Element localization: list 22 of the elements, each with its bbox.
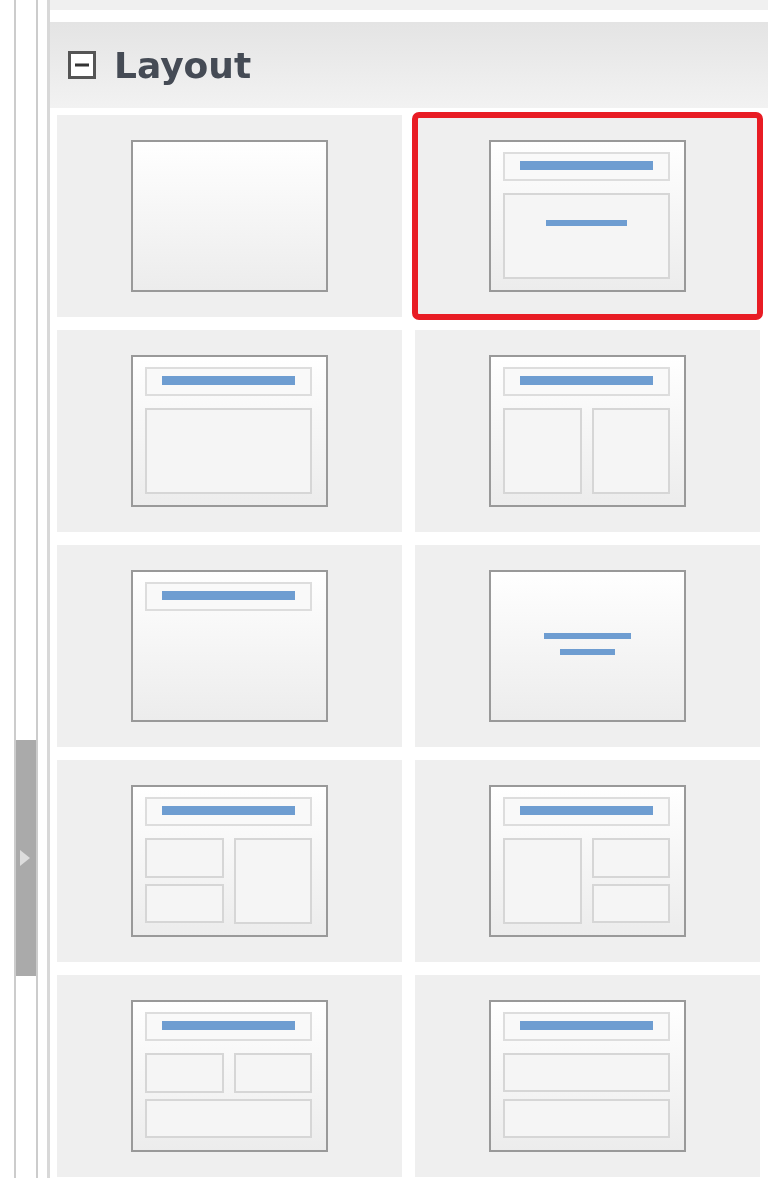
- layout-option[interactable]: [57, 975, 402, 1177]
- layout-option[interactable]: [415, 760, 760, 962]
- collapse-icon[interactable]: [68, 51, 96, 79]
- slide-layout-icon: [131, 1000, 328, 1152]
- layout-option[interactable]: [415, 115, 760, 317]
- slide-layout-icon: [131, 140, 328, 292]
- slide-layout-icon: [131, 570, 328, 722]
- layout-option[interactable]: [57, 760, 402, 962]
- slide-layout-icon: [489, 785, 686, 937]
- slide-layout-icon: [489, 1000, 686, 1152]
- layout-option[interactable]: [415, 975, 760, 1177]
- layout-option[interactable]: [415, 545, 760, 747]
- scroll-handle[interactable]: [16, 740, 36, 976]
- layout-option[interactable]: [415, 330, 760, 532]
- slide-layout-icon: [489, 355, 686, 507]
- layout-option[interactable]: [57, 545, 402, 747]
- slide-layout-icon: [131, 785, 328, 937]
- slide-layout-icon: [131, 355, 328, 507]
- panel-title: Layout: [114, 44, 252, 86]
- slide-layout-icon: [489, 140, 686, 292]
- layout-option[interactable]: [57, 330, 402, 532]
- slide-layout-icon: [489, 570, 686, 722]
